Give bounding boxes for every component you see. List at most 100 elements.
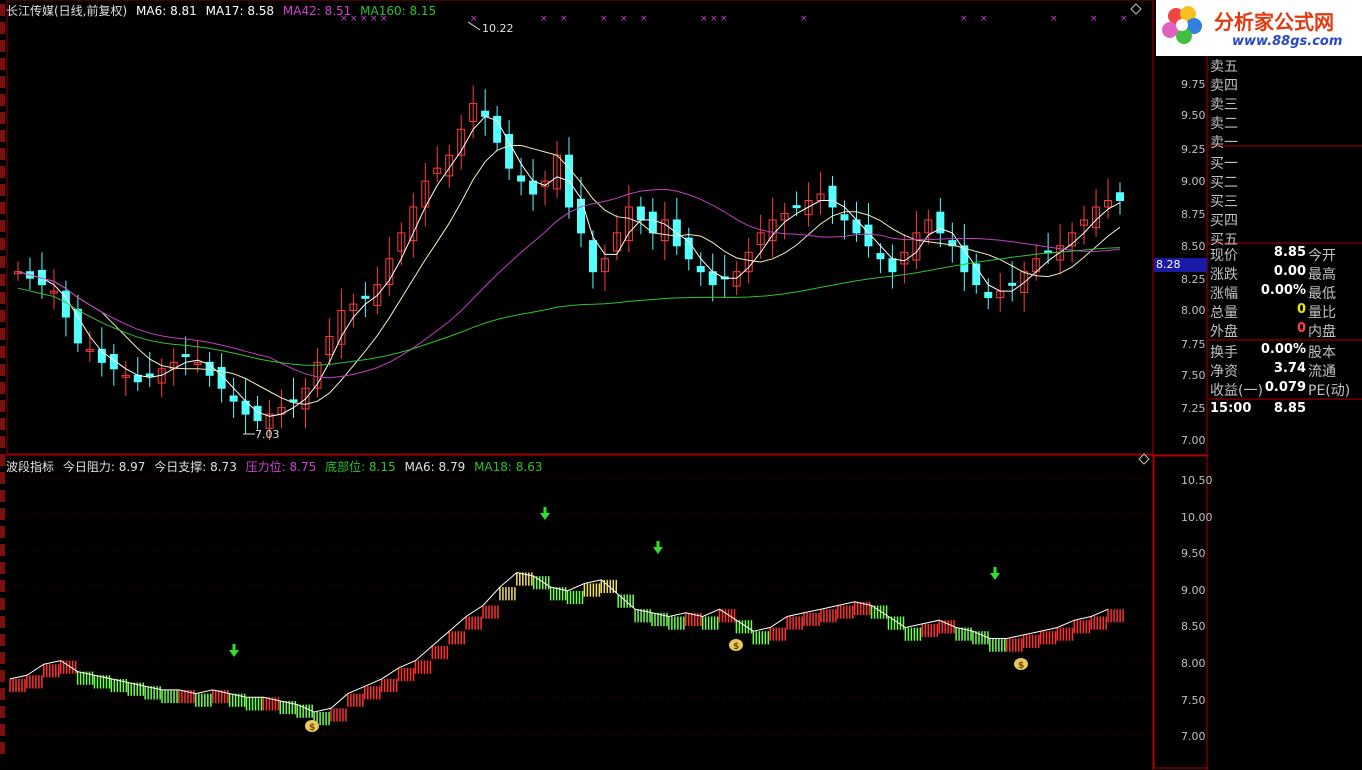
- ask-5: 卖五: [1210, 59, 1238, 75]
- stock-title[interactable]: 长江传媒(日线,前复权): [6, 4, 127, 18]
- signal-mark: ×: [540, 14, 548, 24]
- money-bag-icon: $: [1018, 661, 1024, 671]
- quote-value: 0.00%: [1260, 283, 1306, 298]
- left-tab: [0, 634, 5, 646]
- logo-url[interactable]: www.88gs.com: [1232, 34, 1342, 49]
- signal-mark: ×: [470, 14, 478, 24]
- quote-right-label: 最高: [1308, 267, 1336, 283]
- left-tab: [0, 580, 5, 592]
- candle-body: [133, 374, 142, 383]
- signal-mark: ×: [960, 14, 968, 24]
- left-tab: [0, 544, 5, 556]
- quote-right-label: 今开: [1308, 248, 1336, 264]
- left-tab: [0, 220, 5, 232]
- quote-label: 净资: [1210, 364, 1238, 380]
- left-tab: [0, 490, 5, 502]
- quote-label: 换手: [1210, 345, 1238, 361]
- candle-body: [505, 133, 514, 169]
- left-tab: [0, 436, 5, 448]
- signal-mark: ×: [560, 14, 568, 24]
- quote-row: 15:00 8.85: [1210, 401, 1362, 420]
- quote-label: 外盘: [1210, 324, 1238, 340]
- signal-mark: ×: [1120, 14, 1128, 24]
- quote-value: 0: [1296, 302, 1306, 317]
- ind-tick: 10.00: [1181, 511, 1213, 524]
- left-tab: [0, 40, 5, 52]
- logo-text: 分析家公式网: [1214, 10, 1334, 34]
- price-tick: 7.00: [1181, 434, 1206, 447]
- down-arrow-icon: [229, 650, 239, 657]
- ind-tick: 10.50: [1181, 474, 1213, 487]
- left-tab: [0, 724, 5, 736]
- quote-row: 总量 0 量比: [1210, 302, 1362, 321]
- ind-ma6-label: MA6: 8.79: [404, 460, 466, 474]
- high-annotation: 10.22: [482, 22, 514, 35]
- ind-tick: 8.00: [1181, 657, 1206, 670]
- left-tab: [0, 4, 5, 16]
- chart-canvas[interactable]: × × × × × × × × × × × × × × × × × × × ×$$$: [0, 0, 1362, 770]
- down-arrow-icon: [232, 644, 236, 650]
- left-tab: [0, 670, 5, 682]
- current-price-marker: 8.28: [1154, 258, 1207, 272]
- quote-time: 15:00: [1210, 401, 1252, 416]
- left-tab: [0, 166, 5, 178]
- ind-tick: 7.00: [1181, 730, 1206, 743]
- left-tab: [0, 472, 5, 484]
- quote-right-label: 流通: [1308, 364, 1336, 380]
- candle-body: [876, 253, 885, 260]
- left-tab: [0, 256, 5, 268]
- ma160-line: [17, 247, 1121, 366]
- left-tab: [0, 94, 5, 106]
- left-tab: [0, 688, 5, 700]
- price-tick: 9.75: [1181, 78, 1206, 91]
- indicator-name[interactable]: 波段指标: [6, 460, 54, 474]
- main-chart-header: 长江传媒(日线,前复权) MA6: 8.81 MA17: 8.58 MA42: …: [6, 2, 441, 19]
- quote-right-label: 最低: [1308, 286, 1336, 302]
- quote-label: 收益(一): [1210, 383, 1263, 399]
- quote-value: 0.079: [1264, 380, 1306, 395]
- signal-mark: ×: [800, 14, 808, 24]
- left-tab: [0, 418, 5, 430]
- quote-right-label: 股本: [1308, 345, 1336, 361]
- candle-body: [481, 110, 490, 117]
- signal-mark: ×: [700, 14, 708, 24]
- left-tab: [0, 652, 5, 664]
- candle-body: [517, 175, 526, 182]
- bottom-label: 底部位: 8.15: [325, 460, 396, 474]
- left-tab: [0, 598, 5, 610]
- money-bag-icon: $: [733, 642, 739, 652]
- candle-body: [229, 395, 238, 402]
- candle-body: [1008, 282, 1017, 286]
- candle-body: [708, 271, 717, 286]
- left-tab: [0, 400, 5, 412]
- quote-value: 0.00: [1273, 264, 1306, 279]
- bid-4: 买四: [1210, 213, 1238, 229]
- price-tick: 8.00: [1181, 304, 1206, 317]
- left-tab: [0, 238, 5, 250]
- signal-mark: ×: [1090, 14, 1098, 24]
- signal-mark: ×: [600, 14, 608, 24]
- ma160-label: MA160: 8.15: [360, 4, 437, 18]
- price-tick: 7.75: [1181, 338, 1206, 351]
- price-tick: 9.50: [1181, 109, 1206, 122]
- quote-row: 净资 3.74 流通: [1210, 361, 1362, 380]
- quote-right-label: 内盘: [1308, 324, 1336, 340]
- down-arrow-icon: [990, 573, 1000, 580]
- ma6-label: MA6: 8.81: [136, 4, 197, 18]
- signal-mark: ×: [640, 14, 648, 24]
- bid-2: 买二: [1210, 175, 1238, 191]
- ask-1: 卖一: [1210, 135, 1238, 151]
- ma17-label: MA17: 8.58: [205, 4, 275, 18]
- quote-row: 涨跌 0.00 最高: [1210, 264, 1362, 283]
- price-tick: 8.50: [1181, 240, 1206, 253]
- down-arrow-icon: [993, 567, 997, 573]
- ind-ma18-label: MA18: 8.63: [474, 460, 543, 474]
- left-tab: [0, 364, 5, 376]
- price-tick: 8.25: [1181, 273, 1206, 286]
- ind-tick: 9.00: [1181, 584, 1206, 597]
- candle-body: [73, 308, 82, 344]
- quote-value: 0.00%: [1260, 342, 1306, 357]
- quote-row: 现价 8.85 今开: [1210, 245, 1362, 264]
- bid-3: 买三: [1210, 194, 1238, 210]
- left-tab: [0, 454, 5, 466]
